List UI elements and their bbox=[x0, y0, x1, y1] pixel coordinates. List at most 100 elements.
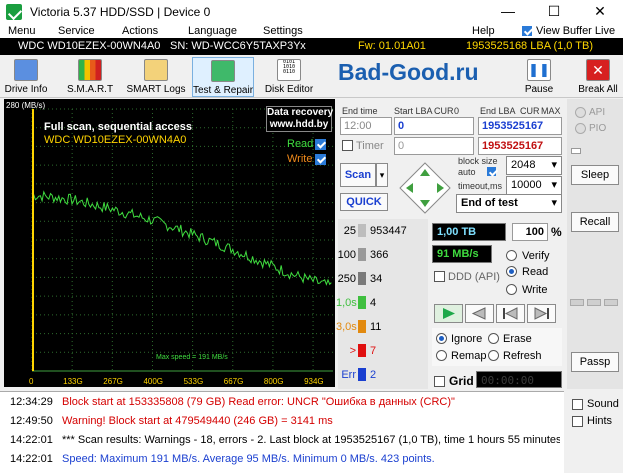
api-label: API bbox=[589, 107, 606, 118]
erase-radio[interactable] bbox=[488, 333, 499, 344]
read-legend-label: Read bbox=[287, 138, 314, 150]
block-size-select[interactable]: 2048 bbox=[506, 156, 562, 175]
ddd-api-checkbox[interactable] bbox=[434, 271, 445, 282]
minimize-button[interactable]: — bbox=[485, 0, 531, 24]
timer-input[interactable]: 0 bbox=[394, 137, 474, 155]
menu-menu[interactable]: Menu bbox=[8, 24, 36, 38]
end-lba-max-button[interactable]: MAX bbox=[541, 106, 561, 116]
side-mini-toggles bbox=[570, 299, 620, 307]
verify-radio[interactable] bbox=[506, 250, 517, 261]
x-tick-label: 934G bbox=[304, 377, 324, 386]
end-lba-label: End LBA bbox=[480, 106, 516, 116]
maximize-button[interactable]: ☐ bbox=[531, 0, 577, 24]
ignore-radio[interactable] bbox=[436, 333, 447, 344]
menu-help[interactable]: Help bbox=[472, 24, 495, 38]
auto-block-size-checkbox[interactable] bbox=[487, 167, 496, 176]
event-log: 12:34:29 Block start at 153335808 (79 GB)… bbox=[0, 391, 564, 473]
refresh-radio[interactable] bbox=[488, 350, 499, 361]
start-lba-cur-button[interactable]: CUR bbox=[434, 106, 454, 116]
end-lba-input[interactable]: 1953525167 bbox=[478, 117, 562, 135]
start-lba-zero-button[interactable]: 0 bbox=[454, 106, 459, 116]
pause-button[interactable]: ❚❚ Pause bbox=[520, 57, 558, 97]
recall-button[interactable]: Recall bbox=[571, 212, 619, 232]
x-tick-label: 0 bbox=[29, 377, 34, 386]
write-label: Write bbox=[522, 284, 548, 296]
legend-threshold: 3,0s bbox=[336, 321, 357, 333]
pio-radio[interactable] bbox=[575, 123, 586, 134]
legend-count: 7 bbox=[370, 345, 377, 357]
read-radio[interactable] bbox=[506, 266, 517, 277]
menu-actions[interactable]: Actions bbox=[122, 24, 158, 38]
firmware-version: Fw: 01.01A01 bbox=[358, 40, 426, 52]
verify-label: Verify bbox=[522, 250, 550, 262]
timer-checkbox[interactable] bbox=[342, 140, 353, 151]
scan-dropdown-button[interactable]: ▾ bbox=[376, 163, 388, 187]
mini-toggle-2[interactable] bbox=[587, 299, 601, 306]
promo-line-1: Data recovery bbox=[267, 107, 334, 118]
block-size-label: block size bbox=[458, 156, 498, 166]
break-all-button[interactable]: ✕ Break All bbox=[576, 57, 620, 97]
menu-language[interactable]: Language bbox=[188, 24, 237, 38]
grid-time-display: 00:00:00 bbox=[476, 371, 562, 388]
erase-label: Erase bbox=[503, 333, 532, 345]
legend-count: 11 bbox=[370, 321, 382, 333]
write-graph-checkbox[interactable] bbox=[315, 154, 326, 165]
smart-button[interactable]: S.M.A.R.T bbox=[62, 57, 118, 97]
mini-toggle-3[interactable] bbox=[604, 299, 618, 306]
remap-label: Remap bbox=[451, 350, 487, 362]
title-bar: Victoria 5.37 HDD/SSD | Device 0 — ☐ ✕ bbox=[0, 0, 623, 24]
timeout-select[interactable]: 10000 bbox=[506, 176, 562, 195]
rewind-button[interactable] bbox=[465, 304, 494, 323]
write-radio[interactable] bbox=[506, 284, 517, 295]
graph-drive-model: WDC WD10EZEX-00WN4A0 bbox=[44, 134, 187, 146]
passp-button[interactable]: Passp bbox=[571, 352, 619, 372]
smart-logs-button[interactable]: SMART Logs bbox=[126, 57, 186, 97]
menu-settings[interactable]: Settings bbox=[263, 24, 303, 38]
play-button[interactable] bbox=[434, 304, 463, 323]
hints-checkbox[interactable] bbox=[572, 416, 583, 427]
write-legend-label: Write bbox=[287, 153, 313, 165]
disk-editor-button[interactable]: 0101 1010 0110 Disk Editor bbox=[262, 57, 316, 97]
log-time: 14:22:01 bbox=[10, 453, 53, 465]
drive-info-button[interactable]: Drive Info bbox=[4, 57, 48, 97]
skip-end-button[interactable] bbox=[527, 304, 556, 323]
legend-row: 3,0s 11 bbox=[336, 317, 428, 338]
end-of-test-select[interactable]: End of test bbox=[456, 194, 562, 213]
scan-button[interactable]: Scan bbox=[340, 163, 376, 187]
close-window-button[interactable]: ✕ bbox=[577, 0, 623, 24]
mini-toggle-1[interactable] bbox=[570, 299, 584, 306]
view-buffer-live-checkbox[interactable] bbox=[522, 26, 532, 36]
skip-back-icon bbox=[503, 307, 518, 320]
end-time-label: End time bbox=[342, 106, 378, 116]
side-panel: API PIO Sleep Recall Passp bbox=[567, 99, 623, 389]
rewind-icon bbox=[471, 307, 486, 320]
x-tick-label: 133G bbox=[63, 377, 83, 386]
toolbar: Drive Info S.M.A.R.T SMART Logs Test & R… bbox=[0, 55, 623, 98]
read-graph-checkbox[interactable] bbox=[315, 139, 326, 150]
legend-count: 4 bbox=[370, 297, 377, 309]
end-lba-red-input[interactable]: 1953525167 bbox=[478, 137, 562, 155]
grid-checkbox[interactable] bbox=[434, 376, 445, 387]
log-options: Sound Hints bbox=[564, 391, 623, 473]
sleep-button[interactable]: Sleep bbox=[571, 165, 619, 185]
end-time-input[interactable]: 12:00 bbox=[340, 117, 392, 135]
log-entry: 12:49:50 Warning! Block start at 47954944… bbox=[0, 413, 564, 429]
api-radio[interactable] bbox=[575, 107, 586, 118]
test-repair-button[interactable]: Test & Repair bbox=[192, 57, 254, 97]
end-lba-cur-button[interactable]: CUR bbox=[520, 106, 540, 116]
quick-button[interactable]: QUICK bbox=[340, 193, 388, 211]
legend-row: Err 2 bbox=[338, 365, 428, 386]
remap-radio[interactable] bbox=[436, 350, 447, 361]
close-device-button[interactable]: x bbox=[298, 38, 308, 55]
data-recovery-promo[interactable]: Data recovery www.hdd.by bbox=[266, 106, 334, 132]
drive-model: WDC WD10EZEX-00WN4A0 bbox=[18, 40, 161, 52]
log-message: *** Scan results: Warnings - 18, errors … bbox=[62, 434, 560, 446]
menu-service[interactable]: Service bbox=[58, 24, 95, 38]
drive-capacity-lba: 1953525168 LBA (1,0 TB) bbox=[466, 40, 594, 52]
menu-bar: Menu Service Actions Language Settings H… bbox=[0, 24, 623, 38]
start-lba-input[interactable]: 0 bbox=[394, 117, 474, 135]
ddd-api-label: DDD (API) bbox=[448, 271, 500, 283]
skip-back-button[interactable] bbox=[496, 304, 525, 323]
sound-checkbox[interactable] bbox=[572, 399, 583, 410]
device-info-bar: WDC WD10EZEX-00WN4A0 SN: WD-WCC6Y5TAXP3Y… bbox=[0, 38, 623, 55]
